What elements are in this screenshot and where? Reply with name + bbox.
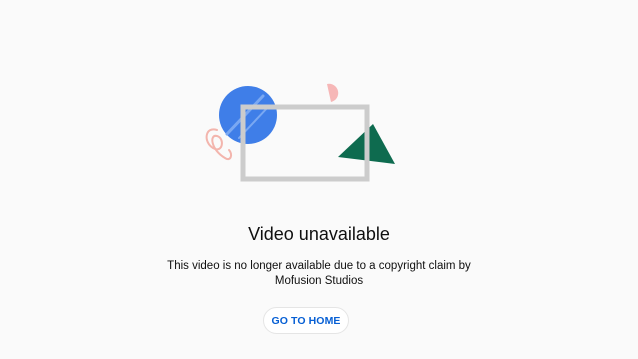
error-title: Video unavailable (248, 224, 390, 244)
video-unavailable-page: Video unavailable This video is no longe… (0, 0, 638, 359)
error-message: This video is no longer available due to… (167, 260, 471, 287)
video-unavailable-illustration (205, 83, 395, 182)
go-to-home-button[interactable]: GO TO HOME (263, 307, 349, 334)
pink-half-circle-shape (327, 83, 339, 102)
